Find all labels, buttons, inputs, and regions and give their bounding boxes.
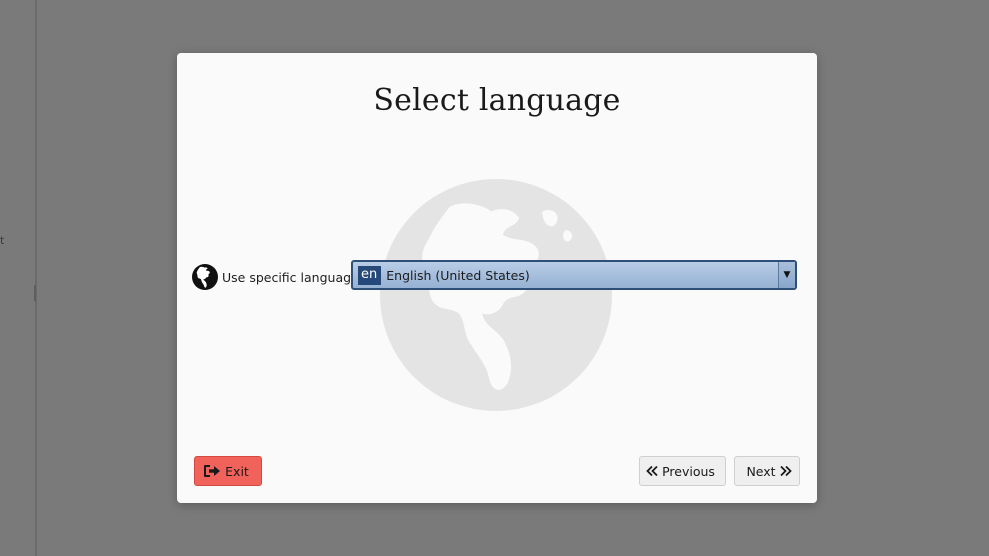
chevron-down-icon[interactable]: ▼ xyxy=(778,262,795,288)
language-row: Use specific language xyxy=(192,261,359,293)
background-text-fragment: t xyxy=(0,234,5,247)
next-button-label: Next xyxy=(746,463,776,479)
language-dialog: Select language Use specific language en… xyxy=(177,53,817,503)
next-button[interactable]: Next xyxy=(734,456,800,486)
dialog-title: Select language xyxy=(373,83,621,118)
sign-out-icon xyxy=(204,465,221,477)
background-splitter-handle xyxy=(34,285,36,301)
double-chevron-right-icon xyxy=(779,465,792,477)
globe-watermark-icon xyxy=(380,179,612,411)
language-code-badge: en xyxy=(358,265,382,285)
language-selected-value: English (United States) xyxy=(386,267,530,283)
language-select[interactable]: en English (United States) ▼ xyxy=(351,260,797,290)
background-divider xyxy=(35,0,37,556)
previous-button[interactable]: Previous xyxy=(639,456,726,486)
double-chevron-left-icon xyxy=(646,465,658,477)
language-label: Use specific language xyxy=(222,269,359,285)
globe-americas-icon xyxy=(192,264,218,290)
exit-button-label: Exit xyxy=(225,463,249,479)
exit-button[interactable]: Exit xyxy=(194,456,262,486)
previous-button-label: Previous xyxy=(662,463,715,479)
